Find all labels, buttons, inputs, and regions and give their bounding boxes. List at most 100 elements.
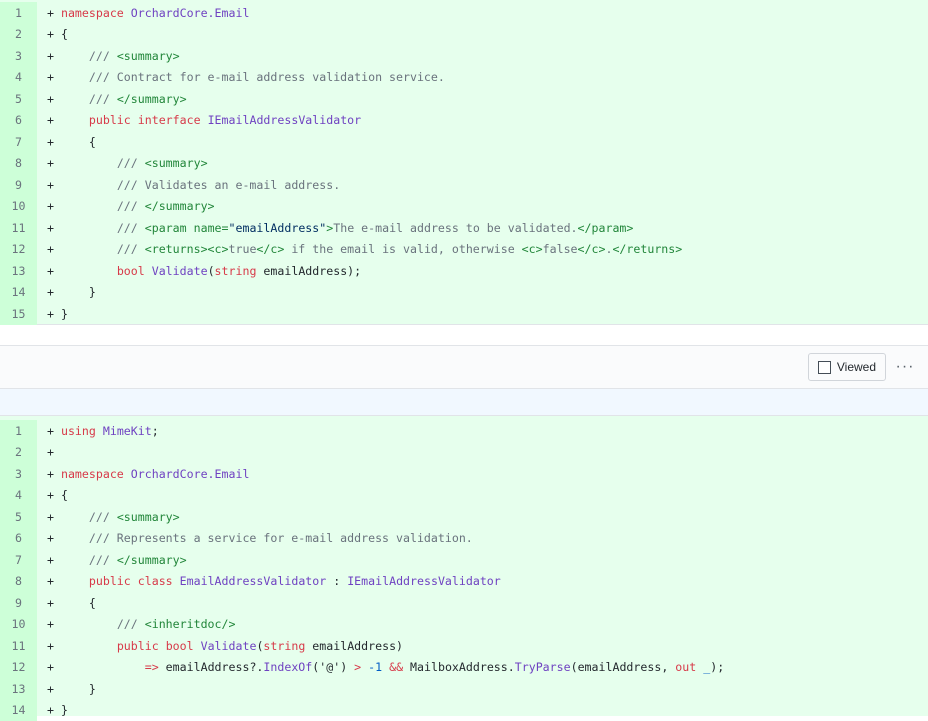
code-token: bool <box>117 264 145 278</box>
code-text: + { <box>37 596 96 610</box>
code-token: : <box>326 574 347 588</box>
viewed-checkbox[interactable] <box>818 361 831 374</box>
line-number[interactable]: 2 <box>0 24 37 46</box>
code-line: 2+ <box>0 442 928 464</box>
code-token <box>159 639 166 653</box>
line-number[interactable]: 2 <box>0 442 37 464</box>
code-line: 8+ /// <summary> <box>0 153 928 175</box>
line-number[interactable]: 3 <box>0 45 37 67</box>
code-token: string <box>215 264 257 278</box>
line-number[interactable]: 4 <box>0 67 37 89</box>
code-token: namespace <box>61 467 124 481</box>
code-line: 11+ /// <param name="emailAddress">The e… <box>0 217 928 239</box>
line-number[interactable]: 8 <box>0 571 37 593</box>
code-token: emailAddress) <box>305 639 403 653</box>
code-text: + /// </summary> <box>37 553 187 567</box>
code-token: The e-mail address to be validated. <box>333 221 577 235</box>
code-line: 9+ { <box>0 592 928 614</box>
code-line: 9+ /// Validates an e-mail address. <box>0 174 928 196</box>
code-token: + } <box>47 307 68 321</box>
code-line: 2+ { <box>0 24 928 46</box>
line-number[interactable]: 3 <box>0 463 37 485</box>
code-token: + } <box>47 703 68 717</box>
code-line: 12+ /// <returns><c>true</c> if the emai… <box>0 239 928 261</box>
code-token: /// <box>117 199 145 213</box>
line-number[interactable]: 11 <box>0 217 37 239</box>
code-token: <inheritdoc/> <box>145 617 236 631</box>
more-options-icon[interactable]: ··· <box>890 358 920 376</box>
code-token: ; <box>152 424 159 438</box>
code-text: + /// </summary> <box>37 199 215 213</box>
code-token: emailAddress?. <box>159 660 264 674</box>
code-token: + <box>47 113 89 127</box>
line-number[interactable]: 15 <box>0 303 37 325</box>
line-number[interactable]: 9 <box>0 174 37 196</box>
code-token: </summary> <box>117 92 187 106</box>
line-number[interactable]: 10 <box>0 196 37 218</box>
code-line: 5+ /// <summary> <box>0 506 928 528</box>
diff-file-2: 1+ using MimeKit;2+3+ namespace OrchardC… <box>0 416 928 716</box>
code-token <box>131 574 138 588</box>
code-token: /// <box>117 156 145 170</box>
code-line: 13+ bool Validate(string emailAddress); <box>0 260 928 282</box>
code-token: ( <box>208 264 215 278</box>
code-token: + } <box>47 285 96 299</box>
code-line: 1+ using MimeKit; <box>0 420 928 442</box>
line-number[interactable]: 12 <box>0 239 37 261</box>
code-token: /// <box>89 92 117 106</box>
code-token: /// Validates an e-mail address. <box>117 178 340 192</box>
code-line: 12+ => emailAddress?.IndexOf('@') > -1 &… <box>0 657 928 679</box>
code-text: + /// <summary> <box>37 510 180 524</box>
code-text: + => emailAddress?.IndexOf('@') > -1 && … <box>37 660 724 674</box>
line-number[interactable]: 1 <box>0 2 37 24</box>
line-number[interactable]: 1 <box>0 420 37 442</box>
line-number[interactable]: 7 <box>0 549 37 571</box>
code-token: <summary> <box>145 156 208 170</box>
line-number[interactable]: 6 <box>0 110 37 132</box>
line-number[interactable]: 9 <box>0 592 37 614</box>
code-token: MimeKit <box>103 424 152 438</box>
code-line: 14 + } <box>0 282 928 304</box>
line-number[interactable]: 11 <box>0 635 37 657</box>
line-number[interactable]: 8 <box>0 153 37 175</box>
code-text: + } <box>37 703 68 717</box>
code-line: 15 + } <box>0 303 928 325</box>
code-token: <param <box>145 221 194 235</box>
code-token: OrchardCore.Email <box>131 467 250 481</box>
code-text: + namespace OrchardCore.Email <box>37 467 249 481</box>
code-token: /// Represents a service for e-mail addr… <box>89 531 473 545</box>
code-token: public <box>89 574 131 588</box>
viewed-label: Viewed <box>837 360 876 374</box>
hunk-header <box>0 389 928 416</box>
code-token: string <box>263 639 305 653</box>
line-number[interactable]: 5 <box>0 88 37 110</box>
code-token: + } <box>47 682 96 696</box>
code-token: ('@') <box>312 660 354 674</box>
viewed-button[interactable]: Viewed <box>808 353 886 381</box>
line-number[interactable]: 13 <box>0 678 37 700</box>
code-token: + <box>47 6 61 20</box>
code-token: => <box>145 660 159 674</box>
code-token: </c> <box>578 242 606 256</box>
code-line: 4+ { <box>0 485 928 507</box>
code-text: + } <box>37 307 68 321</box>
code-line: 6+ /// Represents a service for e-mail a… <box>0 528 928 550</box>
line-number[interactable]: 13 <box>0 260 37 282</box>
code-line: 7+ /// </summary> <box>0 549 928 571</box>
code-token: /// <box>89 510 117 524</box>
line-number[interactable]: 5 <box>0 506 37 528</box>
code-token: + <box>47 264 117 278</box>
code-token: + <box>47 445 54 459</box>
line-number[interactable]: 14 <box>0 282 37 304</box>
line-number[interactable]: 7 <box>0 131 37 153</box>
line-number[interactable]: 12 <box>0 657 37 679</box>
line-number[interactable]: 4 <box>0 485 37 507</box>
line-number[interactable]: 10 <box>0 614 37 636</box>
code-line: 11+ public bool Validate(string emailAdd… <box>0 635 928 657</box>
code-token: public <box>89 113 131 127</box>
code-token: + <box>47 92 89 106</box>
code-text: + /// <summary> <box>37 156 208 170</box>
code-token: <c> <box>522 242 543 256</box>
line-number[interactable]: 6 <box>0 528 37 550</box>
code-token: + <box>47 424 61 438</box>
